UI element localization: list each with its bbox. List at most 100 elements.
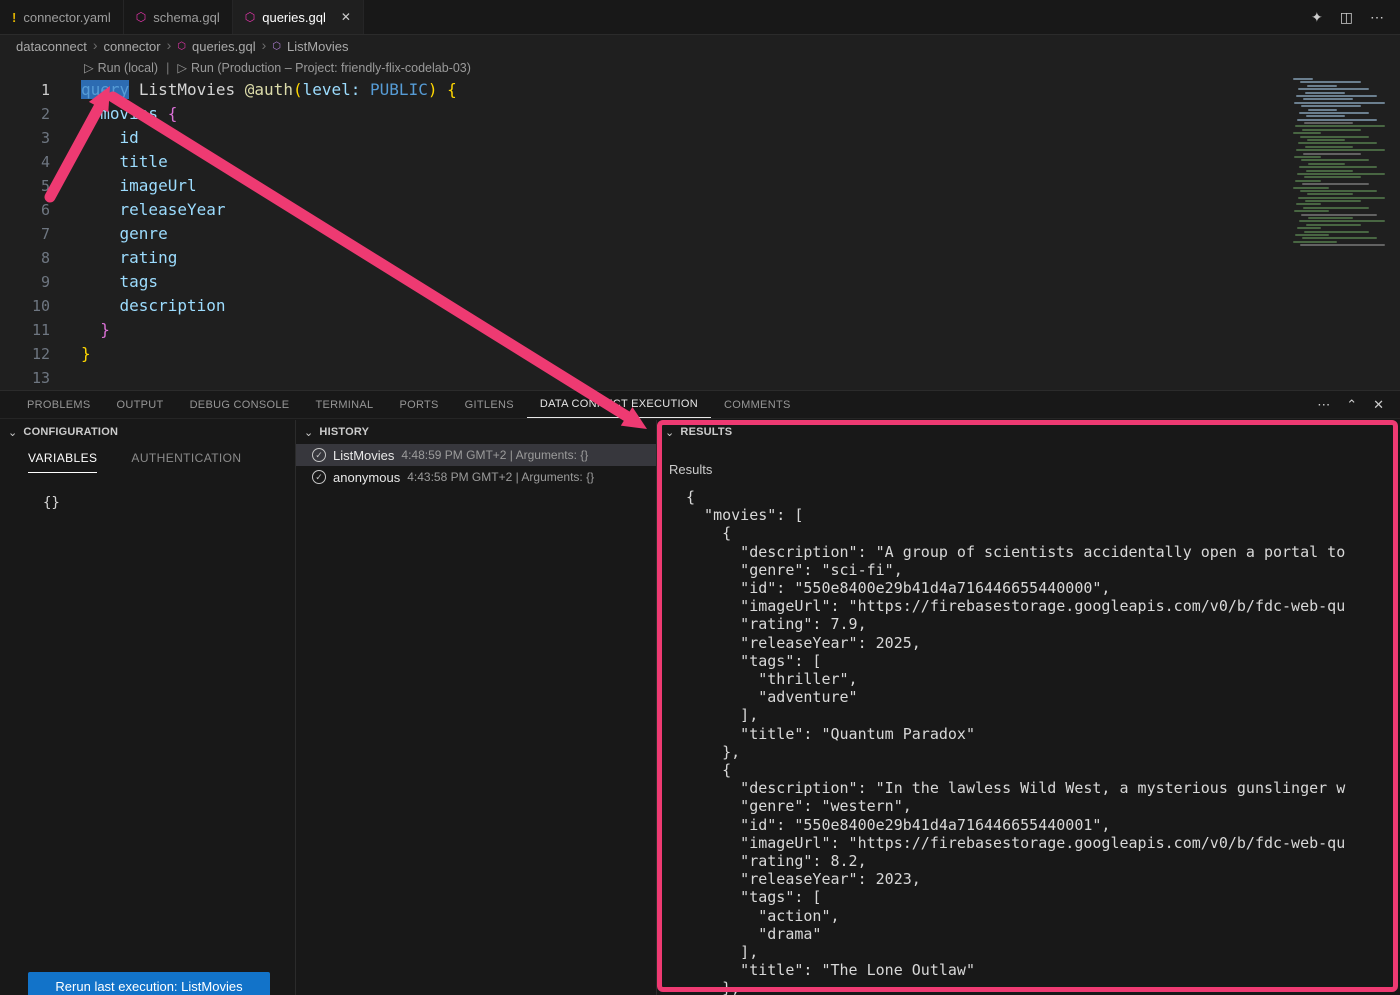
minimap-line (1304, 122, 1353, 124)
history-item-name: anonymous (333, 470, 400, 485)
breadcrumb-item-dataconnect[interactable]: dataconnect (16, 39, 87, 54)
code-line[interactable]: } (81, 342, 457, 366)
panel-tab-debug-console[interactable]: DEBUG CONSOLE (177, 391, 303, 418)
more-actions-icon[interactable]: ⋯ (1317, 397, 1330, 413)
code-line[interactable]: movies { (81, 102, 457, 126)
run-production-link[interactable]: ▷ Run (Production – Project: friendly-fl… (177, 60, 471, 75)
minimap-line (1304, 231, 1369, 233)
minimap-line (1295, 234, 1329, 236)
results-json-output[interactable]: { "movies": [ { "description": "A group … (657, 477, 1400, 995)
tab-queries-gql[interactable]: ⬡ queries.gql ✕ (233, 0, 364, 34)
code-editor: ▷ Run (local) | ▷ Run (Production – Proj… (0, 57, 1400, 390)
close-panel-icon[interactable]: ✕ (1373, 397, 1384, 413)
line-number: 8 (0, 246, 50, 270)
minimap-line (1299, 112, 1369, 114)
chevron-down-icon: ⌄ (665, 426, 674, 439)
panel-tab-terminal[interactable]: TERMINAL (302, 391, 386, 418)
run-local-label: Run (local) (98, 61, 158, 75)
panel-tab-output[interactable]: OUTPUT (104, 391, 177, 418)
history-item-meta: 4:43:58 PM GMT+2 | Arguments: {} (407, 470, 594, 484)
line-number: 1 (0, 78, 50, 102)
code-line[interactable]: query ListMovies @auth(level: PUBLIC) { (81, 78, 457, 102)
panel-tab-comments[interactable]: COMMENTS (711, 391, 804, 418)
line-number: 12 (0, 342, 50, 366)
maximize-panel-icon[interactable]: ⌃ (1346, 397, 1357, 413)
split-editor-icon[interactable]: ◫ (1340, 9, 1353, 26)
minimap-line (1295, 125, 1385, 127)
minimap-line (1296, 95, 1377, 97)
minimap-line (1296, 149, 1385, 151)
tab-label: connector.yaml (23, 10, 110, 25)
more-actions-icon[interactable]: ⋯ (1370, 9, 1384, 26)
minimap-line (1293, 132, 1321, 134)
minimap-line (1293, 187, 1329, 189)
breadcrumb-item-queries-gql[interactable]: queries.gql (192, 39, 256, 54)
minimap-line (1305, 200, 1361, 202)
code-line[interactable] (81, 366, 457, 390)
breadcrumb: dataconnect › connector › ⬡ queries.gql … (0, 35, 1400, 57)
tabbar-spacer (364, 0, 1311, 34)
code-line[interactable]: description (81, 294, 457, 318)
code-line[interactable]: genre (81, 222, 457, 246)
check-icon: ✓ (312, 448, 326, 462)
panel-actions: ⋯ ⌃ ✕ (1317, 391, 1400, 418)
code-line[interactable]: imageUrl (81, 174, 457, 198)
minimap-line (1306, 224, 1361, 226)
minimap-line (1298, 197, 1385, 199)
panel-tab-data-connect-execution[interactable]: DATA CONNECT EXECUTION (527, 391, 711, 418)
history-header[interactable]: ⌄ HISTORY (296, 420, 656, 444)
run-production-label: Run (Production – Project: friendly-flix… (191, 61, 471, 75)
results-header[interactable]: ⌄ RESULTS (657, 420, 1400, 444)
copilot-sparkle-icon[interactable]: ✦ (1311, 9, 1323, 26)
history-item-listmovies[interactable]: ✓ ListMovies 4:48:59 PM GMT+2 | Argument… (296, 444, 656, 466)
code-line[interactable]: releaseYear (81, 198, 457, 222)
minimap-line (1294, 156, 1321, 158)
history-item-anonymous[interactable]: ✓ anonymous 4:43:58 PM GMT+2 | Arguments… (296, 466, 656, 488)
warning-icon: ! (12, 11, 16, 24)
code-line[interactable]: rating (81, 246, 457, 270)
tab-connector-yaml[interactable]: ! connector.yaml (0, 0, 124, 34)
code-line[interactable]: tags (81, 270, 457, 294)
minimap-line (1300, 190, 1377, 192)
code-scroll-area: 12345678910111213 query ListMovies @auth… (0, 78, 1400, 390)
minimap-line (1296, 203, 1321, 205)
minimap-line (1300, 136, 1369, 138)
history-title: HISTORY (319, 426, 369, 438)
query-operation-icon: ⬡ (272, 41, 281, 52)
results-label: Results (657, 444, 1400, 477)
configuration-header[interactable]: ⌄ CONFIGURATION (0, 420, 295, 444)
bottom-panel: PROBLEMS OUTPUT DEBUG CONSOLE TERMINAL P… (0, 390, 1400, 995)
breadcrumb-item-listmovies[interactable]: ListMovies (287, 39, 348, 54)
minimap-line (1301, 214, 1377, 216)
minimap-line (1306, 170, 1353, 172)
minimap-line (1301, 159, 1369, 161)
chevron-down-icon: ⌄ (304, 426, 313, 439)
panel-tab-problems[interactable]: PROBLEMS (14, 391, 104, 418)
tab-schema-gql[interactable]: ⬡ schema.gql (124, 0, 233, 34)
variables-value[interactable]: {} (0, 495, 295, 511)
configuration-title: CONFIGURATION (23, 426, 118, 438)
panel-tab-ports[interactable]: PORTS (386, 391, 451, 418)
minimap-line (1293, 241, 1337, 243)
code-line[interactable]: } (81, 318, 457, 342)
panel-tab-gitlens[interactable]: GITLENS (452, 391, 527, 418)
line-number: 9 (0, 270, 50, 294)
editor-actions: ✦ ◫ ⋯ (1311, 0, 1400, 34)
close-icon[interactable]: ✕ (341, 10, 351, 24)
run-local-link[interactable]: ▷ Run (local) (84, 60, 158, 75)
breadcrumb-item-connector[interactable]: connector (104, 39, 161, 54)
tab-variables[interactable]: VARIABLES (28, 451, 97, 473)
results-title: RESULTS (680, 426, 732, 438)
minimap-line (1294, 102, 1385, 104)
results-section: ⌄ RESULTS Results { "movies": [ { "descr… (657, 420, 1400, 995)
tab-label: queries.gql (262, 10, 326, 25)
editor-gutter: 12345678910111213 (0, 78, 62, 390)
tab-authentication[interactable]: AUTHENTICATION (131, 451, 241, 473)
minimap-line (1307, 139, 1345, 141)
code-line[interactable]: title (81, 150, 457, 174)
minimap-line (1302, 129, 1361, 131)
editor-code[interactable]: query ListMovies @auth(level: PUBLIC) { … (81, 78, 457, 390)
code-line[interactable]: id (81, 126, 457, 150)
rerun-last-execution-button[interactable]: Rerun last execution: ListMovies (28, 972, 270, 995)
minimap[interactable] (1283, 78, 1400, 248)
